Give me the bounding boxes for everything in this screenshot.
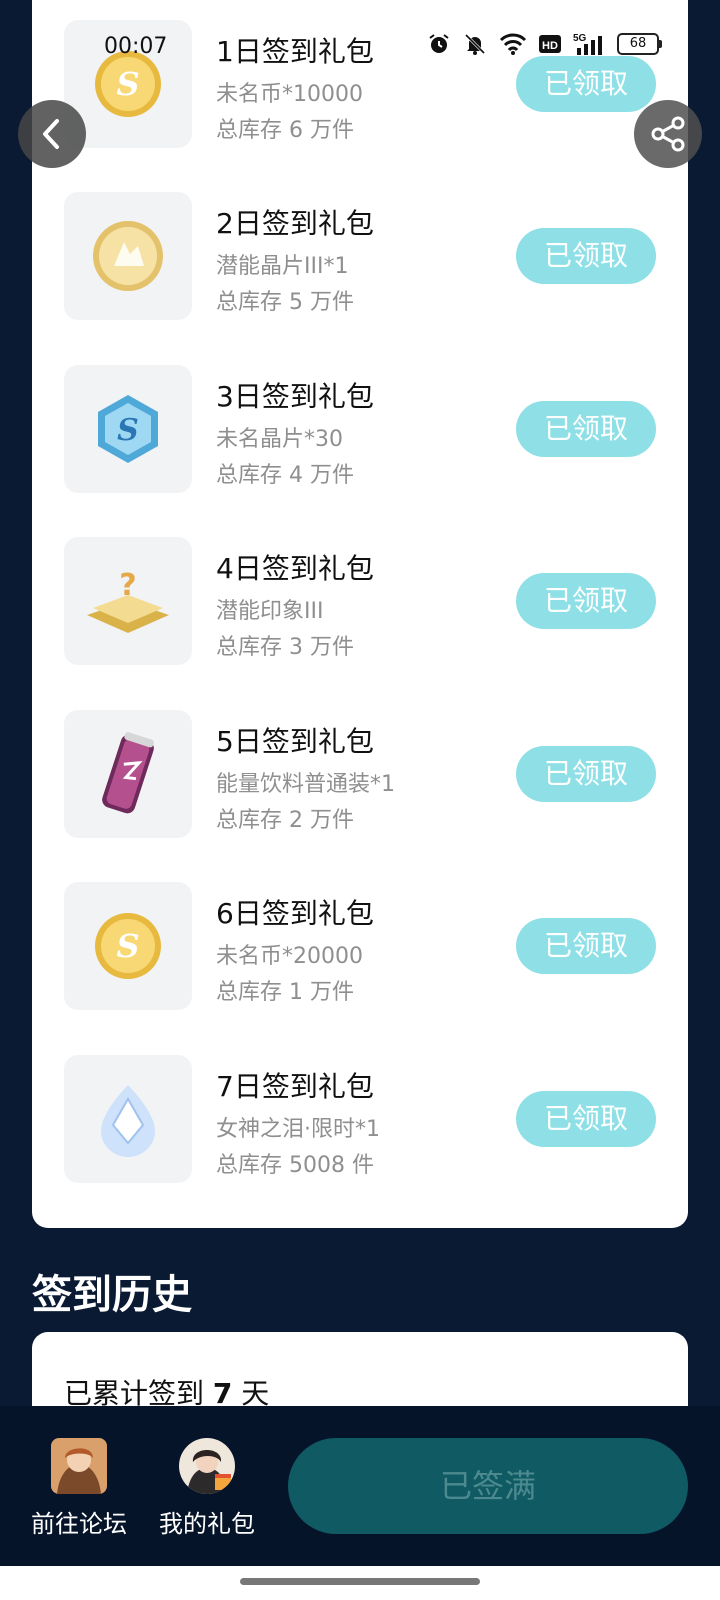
- gift-row: 2日签到礼包 潜能晶片III*1 总库存 5 万件 已领取: [32, 192, 688, 320]
- chevron-left-icon: [43, 119, 59, 149]
- forum-avatar: [51, 1438, 107, 1494]
- gift-stock: 总库存 3 万件: [216, 635, 354, 660]
- battery-icon: 68: [617, 33, 662, 55]
- gift-stock: 总库存 4 万件: [216, 463, 354, 488]
- gift-thumbnail: ?: [64, 537, 192, 665]
- gift-row: S 6日签到礼包 未名币*20000 总库存 1 万件 已领取: [32, 882, 688, 1010]
- svg-text:5G: 5G: [573, 33, 587, 44]
- gift-row: 5日签到礼包 能量饮料普通装*1 总库存 2 万件 已领取: [32, 710, 688, 838]
- gift-thumbnail: S: [64, 365, 192, 493]
- claimed-button[interactable]: 已领取: [516, 573, 656, 629]
- share-icon: [651, 116, 685, 152]
- gift-thumbnail: [64, 1055, 192, 1183]
- claimed-button[interactable]: 已领取: [516, 746, 656, 802]
- gift-row: 7日签到礼包 女神之泪·限时*1 总库存 5008 件 已领取: [32, 1055, 688, 1183]
- svg-text:S: S: [117, 413, 139, 448]
- wifi-icon: [499, 33, 527, 55]
- gift-title: 4日签到礼包: [216, 552, 374, 585]
- gift-item: 未名币*20000: [216, 944, 363, 969]
- gift-list-card: S 1日签到礼包 未名币*10000 总库存 6 万件 已领取 2日签到礼包 潜…: [32, 0, 688, 1228]
- gift-item: 未名晶片*30: [216, 427, 343, 452]
- gift-title: 7日签到礼包: [216, 1070, 374, 1103]
- gift-thumbnail: [64, 192, 192, 320]
- claimed-button[interactable]: 已领取: [516, 918, 656, 974]
- gift-row: S 3日签到礼包 未名晶片*30 总库存 4 万件 已领取: [32, 365, 688, 493]
- claimed-button[interactable]: 已领取: [516, 401, 656, 457]
- gift-stock: 总库存 2 万件: [216, 808, 354, 833]
- gift-stock: 总库存 5008 件: [216, 1153, 374, 1178]
- hd-icon: HD: [539, 35, 561, 53]
- my-gifts-avatar: [179, 1438, 235, 1494]
- gift-stock: 总库存 6 万件: [216, 118, 354, 143]
- svg-text:HD: HD: [542, 40, 558, 52]
- status-bar: 00:07 HD 5G 68: [0, 0, 720, 96]
- gift-title: 5日签到礼包: [216, 725, 374, 758]
- alarm-icon: [429, 34, 449, 53]
- back-button[interactable]: [18, 100, 86, 168]
- forum-label: 前往论坛: [31, 1510, 127, 1538]
- claimed-button[interactable]: 已领取: [516, 1091, 656, 1147]
- bottom-action-bar: 前往论坛 我的礼包 已签满: [0, 1406, 720, 1566]
- battery-level: 68: [617, 33, 659, 55]
- mute-bell-icon: [464, 33, 486, 55]
- forum-link[interactable]: 前往论坛: [24, 1438, 134, 1539]
- gift-item: 女神之泪·限时*1: [216, 1117, 380, 1142]
- gift-item: 潜能晶片III*1: [216, 254, 349, 279]
- svg-text:?: ?: [119, 568, 136, 603]
- my-gifts-link[interactable]: 我的礼包: [152, 1438, 262, 1539]
- gift-stock: 总库存 1 万件: [216, 980, 354, 1005]
- svg-text:S: S: [116, 927, 139, 965]
- gift-item: 潜能印象III: [216, 599, 324, 624]
- home-indicator[interactable]: [240, 1578, 480, 1585]
- gold-coin-icon: S: [95, 913, 161, 979]
- signal-5g-icon: 5G: [573, 33, 602, 55]
- system-nav-area: [0, 1566, 720, 1600]
- my-gifts-label: 我的礼包: [159, 1510, 255, 1538]
- energy-drink-icon: [102, 732, 154, 814]
- gift-thumbnail: [64, 710, 192, 838]
- status-icons: HD 5G 68: [427, 32, 662, 56]
- goddess-tear-gem-icon: [101, 1085, 155, 1157]
- gift-item: 能量饮料普通装*1: [216, 772, 395, 797]
- gift-title: 2日签到礼包: [216, 207, 374, 240]
- claimed-button[interactable]: 已领取: [516, 228, 656, 284]
- status-time: 00:07: [104, 34, 168, 59]
- gift-thumbnail: S: [64, 882, 192, 1010]
- gift-row: ? 4日签到礼包 潜能印象III 总库存 3 万件 已领取: [32, 537, 688, 665]
- gift-title: 6日签到礼包: [216, 897, 374, 930]
- history-heading: 签到历史: [32, 1272, 192, 1318]
- gift-stock: 总库存 5 万件: [216, 290, 354, 315]
- blue-hex-crystal-icon: S: [98, 395, 158, 463]
- gift-title: 3日签到礼包: [216, 380, 374, 413]
- potential-chip-icon: [93, 221, 163, 291]
- share-button[interactable]: [634, 100, 702, 168]
- signed-full-button[interactable]: 已签满: [288, 1438, 688, 1534]
- mystery-platform-icon: ?: [87, 568, 169, 633]
